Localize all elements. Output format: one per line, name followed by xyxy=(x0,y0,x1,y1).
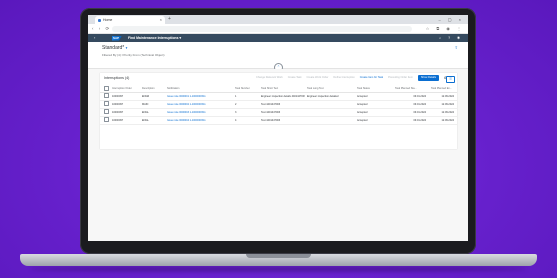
table-cell: Accepted xyxy=(357,94,368,98)
show-details-button[interactable]: Show Details xyxy=(417,75,439,81)
table-cell: 12.09.2024 xyxy=(441,102,454,106)
table-cell: 12.09.2024 xyxy=(441,94,454,98)
close-tab-icon[interactable]: × xyxy=(160,16,162,24)
change-relevant-work-button[interactable]: Change Relevant Work xyxy=(256,75,283,81)
create-item-for-task-button[interactable]: Create Item for Task xyxy=(360,75,383,81)
table-cell: 4 xyxy=(235,118,237,122)
table-cell: Engineer inspection detailed xyxy=(307,94,339,98)
table-cell: 09.01.2024 xyxy=(413,94,426,98)
table-row[interactable]: 10000097 ENGL Issue note 0000004 1-10000… xyxy=(100,116,457,125)
favicon-icon xyxy=(98,18,101,22)
table-cell: 2 xyxy=(235,102,237,106)
share-icon[interactable]: ⇪ xyxy=(455,45,458,50)
laptop-notch xyxy=(246,254,311,258)
browser-tab-title: Home xyxy=(103,18,113,22)
table-cell: 10000097 xyxy=(112,118,124,122)
window-controls[interactable]: – ▢ × xyxy=(438,15,464,24)
table-cell: ENGL xyxy=(142,110,149,114)
page-content: Interruptions (4) Change Relevant Work C… xyxy=(88,69,468,241)
column-header[interactable]: Task Planned En... xyxy=(429,87,457,90)
notification-link[interactable]: Issue note 0000004 1-1000001511 xyxy=(165,119,233,122)
column-header[interactable]: Task Short Text xyxy=(259,87,305,90)
create-work-order-button[interactable]: Create Work Order xyxy=(307,75,329,81)
table-cell: 12.09.2024 xyxy=(441,118,454,122)
table-cell: Accepted xyxy=(357,118,368,122)
address-bar-row: ‹ › ⟳ ☆ ⧉ ◉ ⋮ xyxy=(88,24,468,34)
table-cell: 1 xyxy=(235,94,237,98)
table-cell: Accepted xyxy=(357,110,368,114)
table-cell: 10000097 xyxy=(112,102,124,106)
column-header[interactable]: Task Long Text xyxy=(305,87,355,90)
column-header[interactable]: Task Status xyxy=(355,87,393,90)
table-cell: 09.01.2024 xyxy=(413,110,426,114)
browser-tab-bar: Home × + – ▢ × xyxy=(88,15,468,24)
row-checkbox[interactable] xyxy=(100,117,110,123)
shell-action-icons[interactable]: ⌕ ? ◉ xyxy=(439,34,463,42)
table-cell: ENGR xyxy=(142,94,150,98)
url-input[interactable] xyxy=(112,25,412,32)
table-cell: Test 4401447003 xyxy=(261,110,281,114)
preceding-order-item-button[interactable]: Preceding Order Item xyxy=(388,75,413,81)
table-cell: Test 4401447003 xyxy=(261,102,281,106)
notification-link[interactable]: Issue note 0000003 1-1000001511 xyxy=(165,111,233,114)
table-toolbar: Change Relevant Work Create Task Create … xyxy=(256,75,439,81)
chevron-down-icon: ▾ xyxy=(125,46,128,50)
column-header[interactable]: Description xyxy=(140,87,165,90)
new-tab-button[interactable]: + xyxy=(168,15,171,24)
page-header: Standard* ▾ Filtered By (4): Priority Fr… xyxy=(88,42,468,72)
table-cell: 09.01.2024 xyxy=(413,102,426,106)
column-header[interactable]: Task Planned Sta... xyxy=(393,87,429,90)
table-cell: Test 4401447003 xyxy=(261,118,281,122)
interruptions-table: Interruptions (4) Change Relevant Work C… xyxy=(100,73,457,149)
table-cell: Engineer inspection details 4401447003 xyxy=(261,94,305,98)
create-task-button[interactable]: Create Task xyxy=(288,75,302,81)
back-icon[interactable]: ‹ xyxy=(94,34,95,42)
column-header[interactable]: Task Number xyxy=(233,87,259,90)
laptop-shadow xyxy=(30,266,527,272)
row-checkbox[interactable] xyxy=(100,109,110,115)
column-header[interactable]: Interruption Order xyxy=(110,87,140,90)
row-checkbox[interactable] xyxy=(100,93,110,99)
table-cell: 12.09.2024 xyxy=(441,110,454,114)
table-title: Interruptions (4) xyxy=(104,76,130,80)
variant-name: Standard* xyxy=(102,45,125,51)
sap-logo[interactable]: SAP xyxy=(112,35,122,41)
laptop-screen: Home × + – ▢ × ‹ › ⟳ ☆ ⧉ ◉ ⋮ ‹ SAP Find … xyxy=(88,15,468,241)
shell-bar: ‹ SAP Find Maintenance Interruptions ▾ ⌕… xyxy=(88,34,468,42)
table-cell: 09.01.2024 xyxy=(413,118,426,122)
row-checkbox[interactable] xyxy=(100,101,110,107)
column-header[interactable]: Notification xyxy=(165,87,233,90)
app-title-menu[interactable]: Find Maintenance Interruptions ▾ xyxy=(128,34,181,42)
table-cell: Accepted xyxy=(357,102,368,106)
define-interruption-button[interactable]: Define Interruption xyxy=(333,75,354,81)
table-cell: ENGL xyxy=(142,118,149,122)
table-cell: 10000097 xyxy=(112,110,124,114)
view-toggle-icon[interactable]: ☰ xyxy=(446,75,455,83)
navigation-buttons[interactable]: ‹ › ⟳ xyxy=(92,24,111,33)
variant-selector[interactable]: Standard* ▾ xyxy=(102,45,127,51)
select-all-checkbox[interactable] xyxy=(100,85,110,92)
filter-summary: Filtered By (4): Priority From (Technica… xyxy=(102,53,165,57)
browser-tab[interactable]: Home × xyxy=(95,16,165,24)
table-cell: 3 xyxy=(235,110,237,114)
notification-link[interactable]: Issue note 0000001 1-1000001511 xyxy=(165,95,233,98)
table-cell: 10000097 xyxy=(112,94,124,98)
browser-toolbar-icons[interactable]: ☆ ⧉ ◉ ⋮ xyxy=(426,24,464,33)
notification-link[interactable]: Issue note 0000002 1-1000001511 xyxy=(165,103,233,106)
table-cell: MAIN xyxy=(142,102,149,106)
